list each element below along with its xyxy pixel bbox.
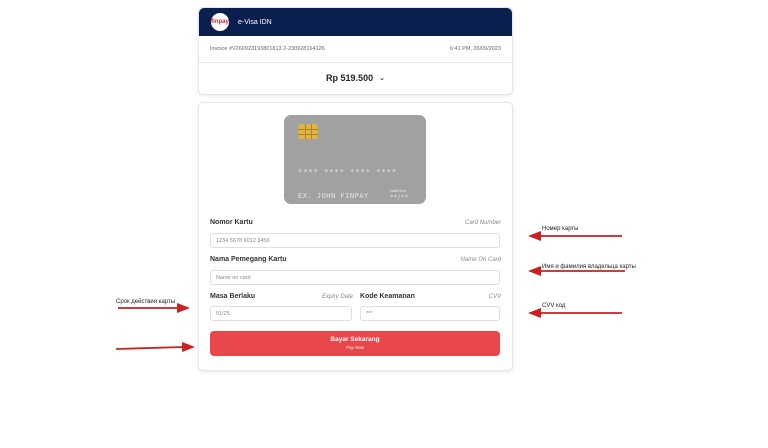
card-preview-name: EX. JOHN FINPAY xyxy=(298,192,369,200)
invoice-datetime: 6:41 PM, 26/09/2023 xyxy=(449,46,501,52)
invoice-row: Invoice #V260923193801813 2-230928164126… xyxy=(199,36,512,63)
note-card-holder: Имя и фамилия владельца карты xyxy=(542,264,636,270)
app-title: e-Visa IDN xyxy=(238,18,272,26)
expiry-hint: Expiry Date xyxy=(322,294,354,300)
arrow-left-icon xyxy=(528,231,622,241)
expiry-input[interactable]: 01/25 xyxy=(210,306,352,321)
note-expiry: Срок действия карты xyxy=(116,299,176,305)
chevron-down-icon[interactable]: ⌄ xyxy=(379,74,385,82)
note-card-number: Номер карты xyxy=(542,226,579,232)
card-preview-number: **** **** **** **** xyxy=(298,168,398,176)
expiry-label: Masa Berlaku xyxy=(210,293,256,300)
cvv-input[interactable]: *** xyxy=(360,306,500,321)
pay-button-label: Bayar Sekarang xyxy=(330,336,380,343)
pay-button-sublabel: Pay Now xyxy=(345,345,364,350)
cvv-label: Kode Keamanan xyxy=(360,293,415,300)
cvv-hint: CVV xyxy=(488,294,501,300)
invoice-header-card: finpay e-Visa IDN Invoice #V260923193801… xyxy=(198,7,513,95)
card-number-input[interactable]: 1234 5678 9012 3456 xyxy=(210,233,500,248)
card-preview-valid-label: valid thru xyxy=(390,188,407,193)
card-chip-icon xyxy=(298,124,318,139)
credit-card-preview: **** **** **** **** valid thru EX. JOHN … xyxy=(284,115,426,204)
pay-now-button[interactable]: Bayar Sekarang Pay Now xyxy=(210,331,500,356)
card-holder-label: Nama Pemegang Kartu xyxy=(210,256,287,263)
card-holder-hint: Name On Card xyxy=(460,257,501,263)
amount-toggle[interactable]: Rp 519.500 ⌄ xyxy=(199,63,512,93)
arrow-right-icon xyxy=(115,342,195,352)
card-preview-valid: **/** xyxy=(390,194,409,201)
card-holder-input[interactable]: Name on card xyxy=(210,270,500,285)
arrow-left-icon xyxy=(528,308,622,318)
finpay-logo: finpay xyxy=(211,13,229,31)
card-number-label: Nomor Kartu xyxy=(210,219,253,226)
top-navbar: finpay e-Visa IDN xyxy=(199,8,512,36)
note-cvv: CVV код xyxy=(542,303,566,309)
payment-form-card: **** **** **** **** valid thru EX. JOHN … xyxy=(198,102,513,371)
amount-value: Rp 519.500 xyxy=(326,73,374,83)
invoice-number: Invoice #V260923193801813 2-230928164126 xyxy=(210,46,325,52)
card-number-hint: Card Number xyxy=(464,220,501,226)
